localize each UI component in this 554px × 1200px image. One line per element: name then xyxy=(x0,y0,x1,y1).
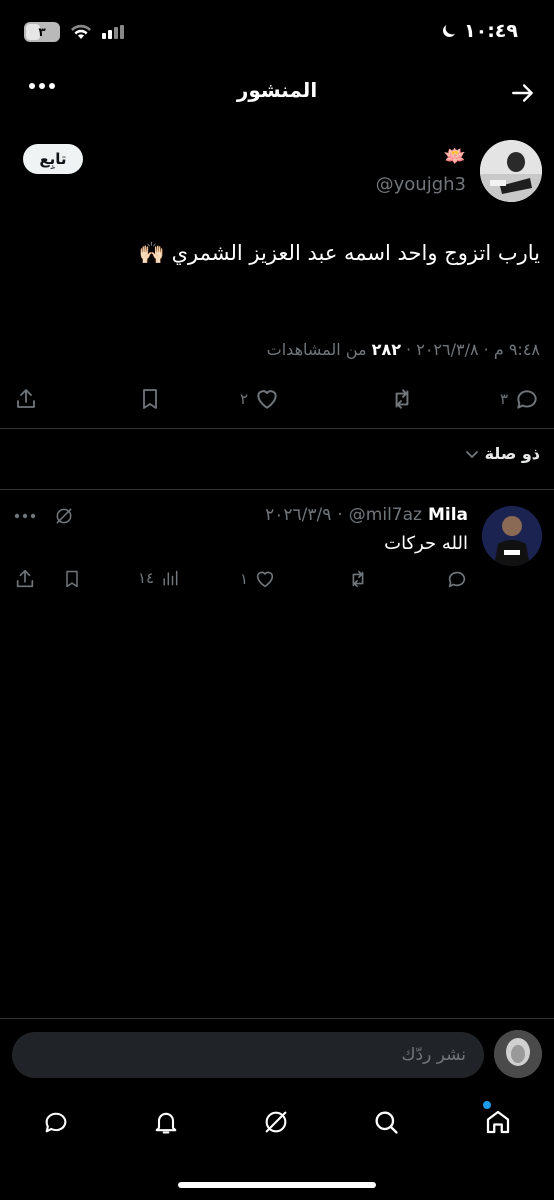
post-text: يارب اتزوج واحد اسمه عبد العزيز الشمري 🙌… xyxy=(138,241,540,265)
reply-views-button[interactable]: ١٤ xyxy=(138,568,180,588)
reply-reply-button[interactable] xyxy=(446,568,468,590)
status-icons: ٣ xyxy=(24,22,124,42)
wifi-icon xyxy=(71,24,91,39)
page-title: المنشور xyxy=(236,78,318,102)
nav-search[interactable] xyxy=(366,1102,406,1142)
reply-like-count: ١ xyxy=(240,570,249,588)
reply-bubble-icon xyxy=(448,571,466,588)
bookmark-icon xyxy=(143,389,157,409)
more-options-button[interactable] xyxy=(28,82,56,90)
repost-icon xyxy=(352,570,364,588)
user-avatar[interactable] xyxy=(494,1030,542,1078)
signal-icon xyxy=(102,25,124,39)
nav-notifications[interactable] xyxy=(146,1102,186,1142)
post-action-row: ٣ ٢ xyxy=(0,382,554,418)
reply-author-name[interactable]: Mila xyxy=(428,505,468,525)
share-icon xyxy=(17,389,35,408)
reply-author-avatar[interactable] xyxy=(482,506,542,566)
related-toggle[interactable]: ذو صلة xyxy=(465,444,540,463)
grok-icon[interactable] xyxy=(54,506,74,526)
follow-button[interactable]: تابِع xyxy=(23,144,83,174)
more-dots-icon xyxy=(29,83,55,89)
nav-messages[interactable] xyxy=(36,1102,76,1142)
reply-share-button[interactable] xyxy=(14,568,36,590)
nav-grok[interactable] xyxy=(256,1102,296,1142)
compose-placeholder: نشر ردّك xyxy=(401,1045,466,1065)
related-label: ذو صلة xyxy=(484,444,540,463)
reply-views-count: ١٤ xyxy=(138,569,155,587)
reply-button[interactable]: ٣ xyxy=(500,386,540,412)
reply-bubble-icon xyxy=(517,390,537,409)
views-count: ٢٨٢ xyxy=(371,340,401,359)
like-button[interactable]: ٢ xyxy=(240,386,280,412)
moon-icon xyxy=(443,25,455,37)
author-display-name[interactable]: 🪷 xyxy=(444,146,466,167)
reply-count: ٣ xyxy=(499,390,508,408)
repost-button[interactable] xyxy=(388,386,416,412)
divider xyxy=(0,1018,554,1019)
bell-icon xyxy=(155,1112,177,1134)
author-handle[interactable]: @youjgh3 xyxy=(376,174,466,195)
views-label: من المشاهدات xyxy=(266,340,367,359)
post-meta: ٩:٤٨ م · ٢٠٢٦/٣/٨ · ٢٨٢ من المشاهدات xyxy=(266,340,540,359)
more-dots-icon[interactable] xyxy=(14,513,36,519)
heart-icon xyxy=(256,571,274,588)
grok-icon xyxy=(265,1111,287,1133)
author-avatar[interactable] xyxy=(480,140,542,202)
home-icon xyxy=(486,1110,510,1134)
repost-icon xyxy=(395,389,409,409)
reply-date: ٢٠٢٦/٣/٩ xyxy=(265,505,332,525)
views-bars-icon xyxy=(163,570,178,586)
search-icon xyxy=(375,1111,398,1134)
chevron-down-icon xyxy=(465,450,478,458)
divider xyxy=(0,428,554,429)
reply-text: الله حركات xyxy=(384,533,468,554)
like-count: ٢ xyxy=(240,390,249,408)
reply-compose-input[interactable]: نشر ردّك xyxy=(12,1032,484,1078)
reply-like-button[interactable]: ١ xyxy=(240,568,276,590)
battery-icon: ٣ xyxy=(24,22,60,42)
bookmark-icon xyxy=(66,570,78,588)
status-time: ١٠:٤٩ xyxy=(440,20,518,42)
battery-level: ٣ xyxy=(38,25,46,39)
status-time-text: ١٠:٤٩ xyxy=(464,20,518,42)
heart-icon xyxy=(257,390,277,409)
reply-action-row: ١ ١٤ xyxy=(0,566,554,596)
divider xyxy=(0,489,554,490)
reply-repost-button[interactable] xyxy=(346,568,370,590)
message-bubble-icon xyxy=(45,1112,67,1133)
reply-header-icons xyxy=(14,506,74,526)
post-datetime: ٩:٤٨ م · ٢٠٢٦/٣/٨ xyxy=(416,340,540,359)
home-indicator xyxy=(178,1182,376,1188)
bookmark-button[interactable] xyxy=(138,386,162,412)
share-button[interactable] xyxy=(14,386,38,412)
share-icon xyxy=(16,569,34,588)
reply-author-handle[interactable]: @mil7az xyxy=(349,505,422,525)
reply-bookmark-button[interactable] xyxy=(62,568,82,590)
notification-dot xyxy=(483,1101,491,1109)
reply-header: Mila @mil7az · ٢٠٢٦/٣/٩ xyxy=(265,505,468,525)
